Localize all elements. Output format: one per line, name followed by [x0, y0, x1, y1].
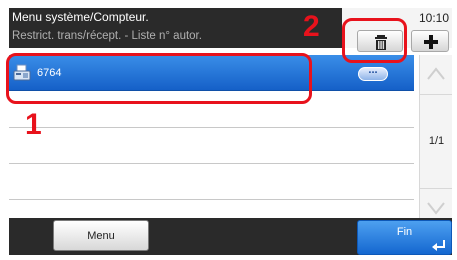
annotation-box-2: [342, 18, 407, 63]
chevron-up-icon: [427, 67, 445, 80]
scrollbar: 1/1: [419, 55, 452, 228]
detail-button-label: ...: [368, 64, 378, 76]
detail-button[interactable]: ...: [358, 64, 388, 81]
add-button[interactable]: [411, 30, 449, 52]
menu-button[interactable]: Menu: [53, 220, 149, 251]
page-title: Menu système/Compteur.: [12, 10, 149, 24]
clock: 10:10: [418, 11, 449, 25]
annotation-box-1: [6, 53, 312, 104]
plus-icon: [424, 35, 438, 49]
annotation-number-1: 1: [25, 108, 42, 141]
end-button-label: Fin: [396, 226, 413, 238]
list-item[interactable]: [9, 164, 414, 200]
breadcrumb: Restrict. trans/récept. - Liste n° autor…: [12, 30, 202, 42]
enter-arrow-icon: [432, 240, 445, 251]
end-button[interactable]: Fin: [357, 220, 452, 255]
footer-bar: Menu Fin: [9, 218, 452, 255]
scroll-up-button[interactable]: [420, 55, 452, 95]
list-item[interactable]: [9, 128, 414, 164]
annotation-number-2: 2: [303, 10, 320, 43]
page-indicator: 1/1: [428, 135, 445, 147]
